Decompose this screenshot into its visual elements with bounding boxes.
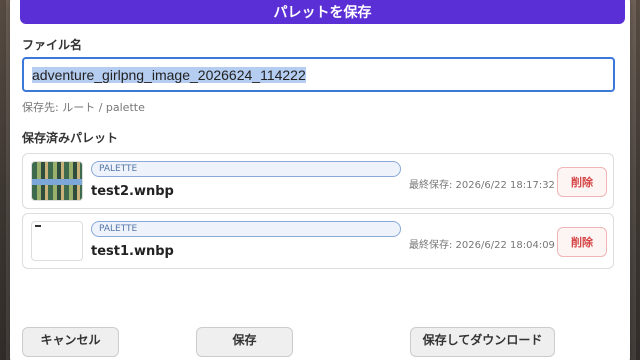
last-saved: 最終保存: 2026/6/22 18:17:32 bbox=[409, 180, 555, 191]
last-saved: 最終保存: 2026/6/22 18:04:09 bbox=[409, 240, 555, 251]
palette-thumbnail bbox=[31, 161, 83, 201]
delete-button[interactable]: 削除 bbox=[557, 227, 607, 257]
palette-file-name: test1.wnbp bbox=[91, 244, 174, 259]
palette-thumbnail bbox=[31, 221, 83, 261]
filename-label: ファイル名 bbox=[22, 38, 83, 52]
delete-button[interactable]: 削除 bbox=[557, 167, 607, 197]
filename-input[interactable]: adventure_girlpng_image_2026624_114222 bbox=[22, 57, 615, 92]
filename-value: adventure_girlpng_image_2026624_114222 bbox=[32, 66, 306, 83]
save-destination: 保存先: ルート / palette bbox=[22, 101, 145, 114]
saved-palettes-label: 保存済みパレット bbox=[22, 131, 119, 145]
palette-badge: PALETTE bbox=[91, 161, 401, 177]
list-item[interactable]: PALETTE test2.wnbp 最終保存: 2026/6/22 18:17… bbox=[22, 153, 614, 209]
save-palette-dialog: パレットを保存 ファイル名 adventure_girlpng_image_20… bbox=[10, 0, 630, 360]
save-and-download-button[interactable]: 保存してダウンロード bbox=[410, 327, 555, 357]
save-button[interactable]: 保存 bbox=[196, 327, 293, 357]
cancel-button[interactable]: キャンセル bbox=[22, 327, 119, 357]
palette-badge: PALETTE bbox=[91, 221, 401, 237]
list-item[interactable]: PALETTE test1.wnbp 最終保存: 2026/6/22 18:04… bbox=[22, 213, 614, 269]
palette-file-name: test2.wnbp bbox=[91, 184, 174, 199]
save-palette-button[interactable]: パレットを保存 bbox=[20, 0, 625, 24]
